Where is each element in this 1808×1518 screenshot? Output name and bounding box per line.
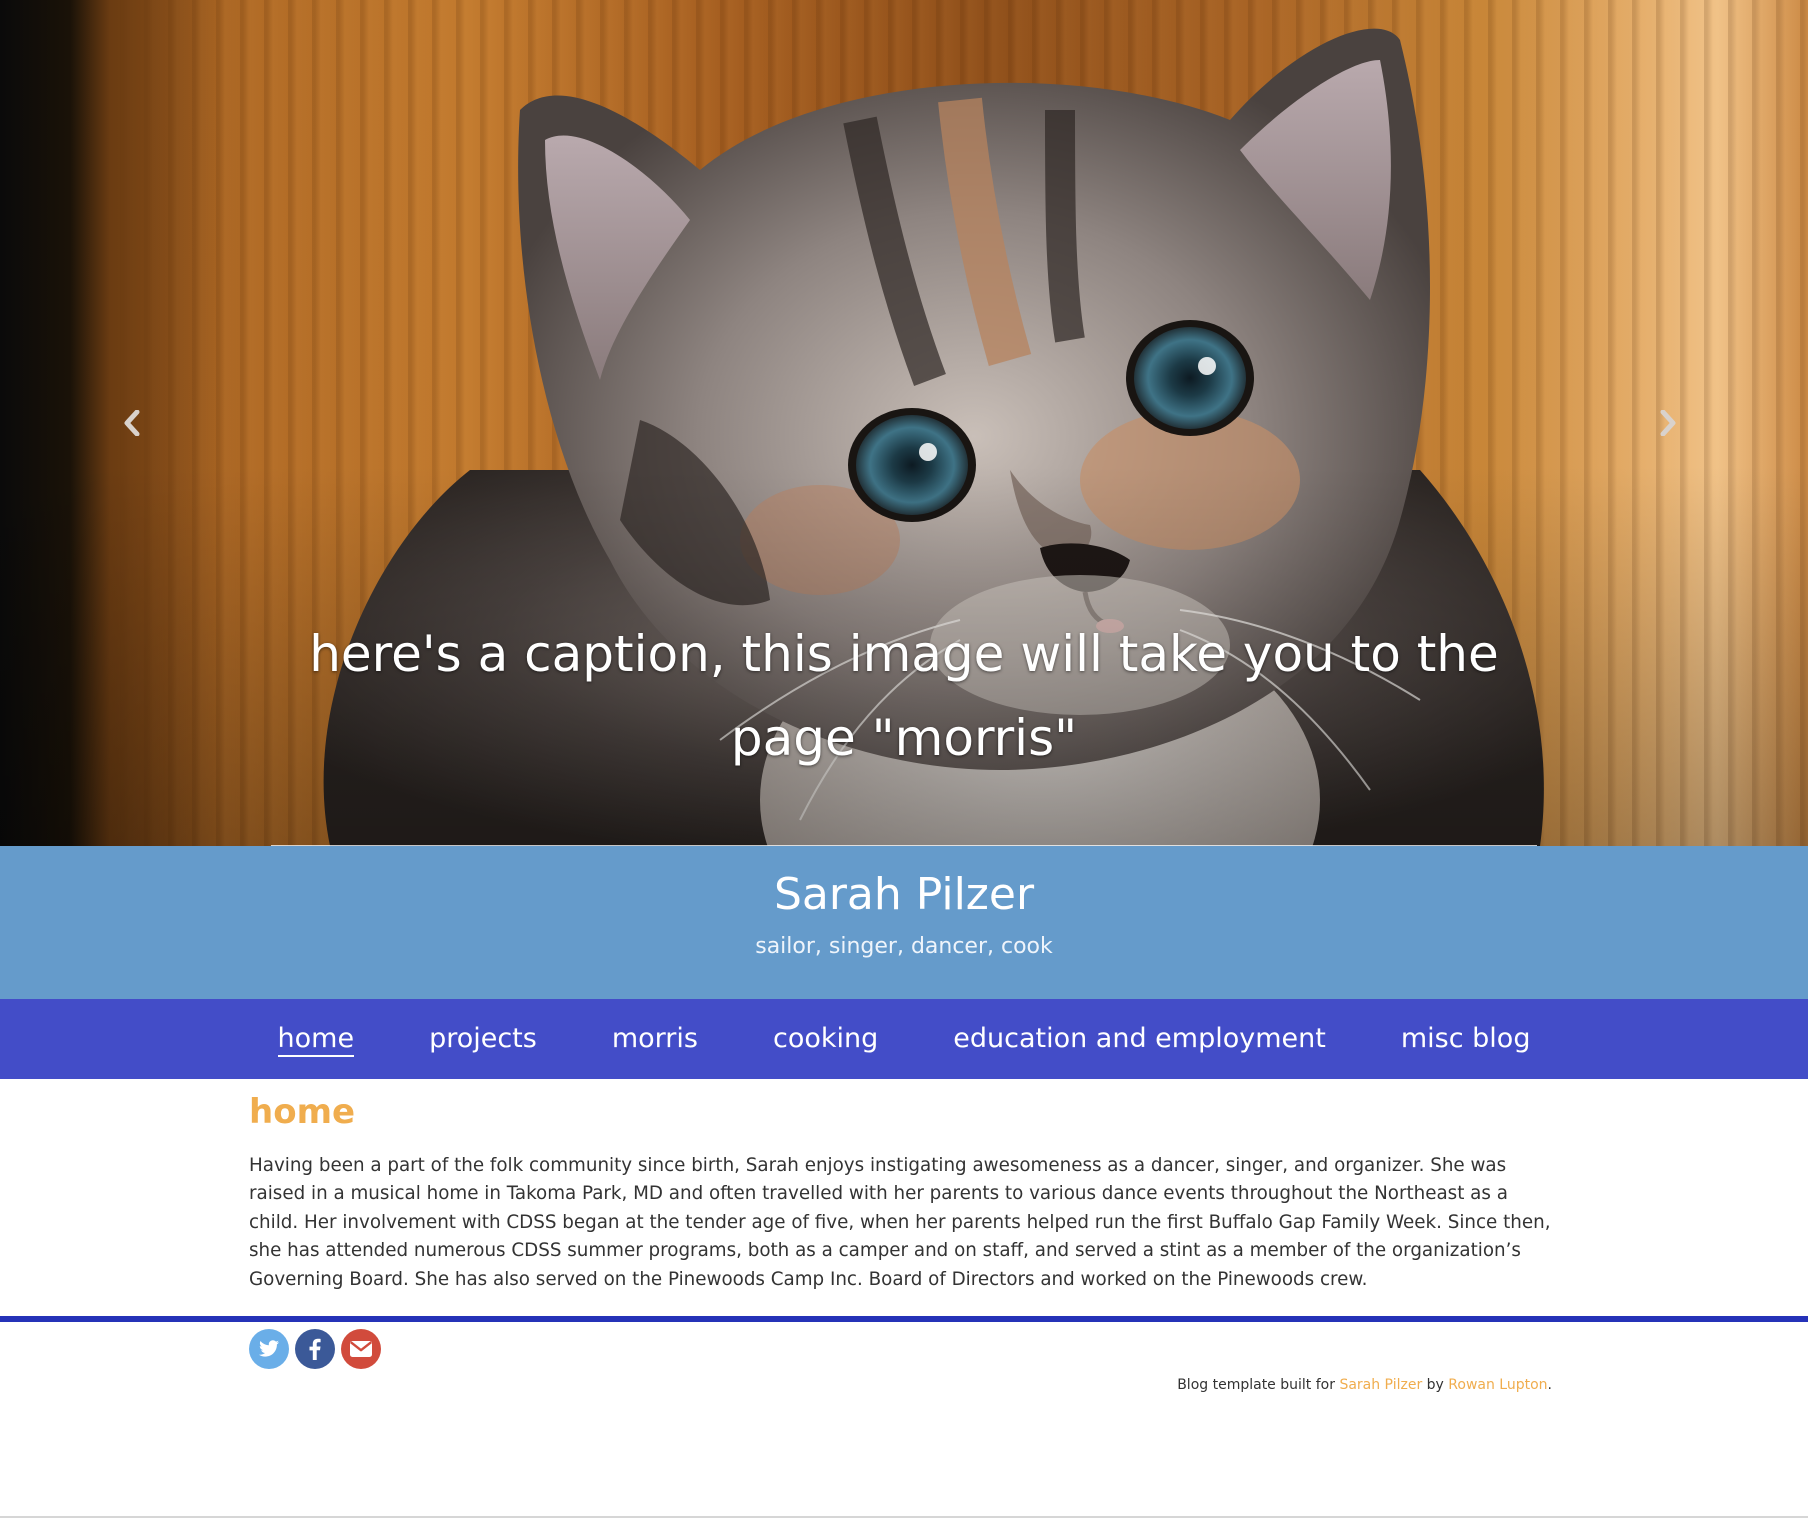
chevron-right-icon — [1660, 410, 1676, 436]
facebook-icon — [295, 1329, 335, 1369]
nav-item-cooking: cooking — [773, 1020, 878, 1058]
nav-link-morris[interactable]: morris — [612, 1023, 698, 1055]
page-title: home — [249, 1092, 356, 1132]
email-icon — [341, 1329, 381, 1369]
main-content: home Having been a part of the folk comm… — [249, 1090, 1561, 1294]
credit-suffix: . — [1547, 1377, 1552, 1393]
facebook-link[interactable] — [295, 1329, 335, 1369]
twitter-link[interactable] — [249, 1329, 289, 1369]
site-tagline: sailor, singer, dancer, cook — [755, 934, 1053, 959]
carousel-caption: here's a caption, this image will take y… — [309, 625, 1499, 767]
footer-credit: Blog template built for Sarah Pilzer by … — [1177, 1375, 1552, 1395]
author-link[interactable]: Sarah Pilzer — [1339, 1377, 1422, 1393]
nav-link-misc-blog[interactable]: misc blog — [1401, 1023, 1531, 1055]
email-link[interactable] — [341, 1329, 381, 1369]
carousel-next-button[interactable] — [1638, 398, 1698, 448]
nav-item-education: education and employment — [953, 1020, 1326, 1058]
credit-prefix: Blog template built for — [1177, 1377, 1340, 1393]
nav-list: home projects morris cooking education a… — [0, 999, 1808, 1079]
twitter-icon — [249, 1329, 289, 1369]
nav-item-projects: projects — [429, 1020, 537, 1058]
chevron-left-icon — [124, 410, 140, 436]
nav-item-misc-blog: misc blog — [1401, 1020, 1531, 1058]
nav-link-education-and-employment[interactable]: education and employment — [953, 1023, 1326, 1055]
page-body-text: Having been a part of the folk community… — [249, 1155, 1551, 1290]
nav-link-home[interactable]: home — [277, 1023, 355, 1057]
social-links — [249, 1329, 381, 1369]
nav-link-projects[interactable]: projects — [429, 1023, 537, 1055]
nav-link-cooking[interactable]: cooking — [773, 1023, 878, 1055]
carousel-prev-button[interactable] — [102, 398, 162, 448]
footer-divider — [0, 1316, 1808, 1322]
site-header: Sarah Pilzer sailor, singer, dancer, coo… — [0, 846, 1808, 999]
nav-item-home: home — [277, 1020, 355, 1058]
nav-item-morris: morris — [612, 1020, 698, 1058]
site-title: Sarah Pilzer — [773, 869, 1035, 920]
main-nav: home projects morris cooking education a… — [0, 999, 1808, 1079]
builder-link[interactable]: Rowan Lupton — [1448, 1377, 1547, 1393]
credit-middle: by — [1422, 1377, 1449, 1393]
carousel-slide-link[interactable]: here's a caption, this image will take y… — [0, 0, 1808, 846]
